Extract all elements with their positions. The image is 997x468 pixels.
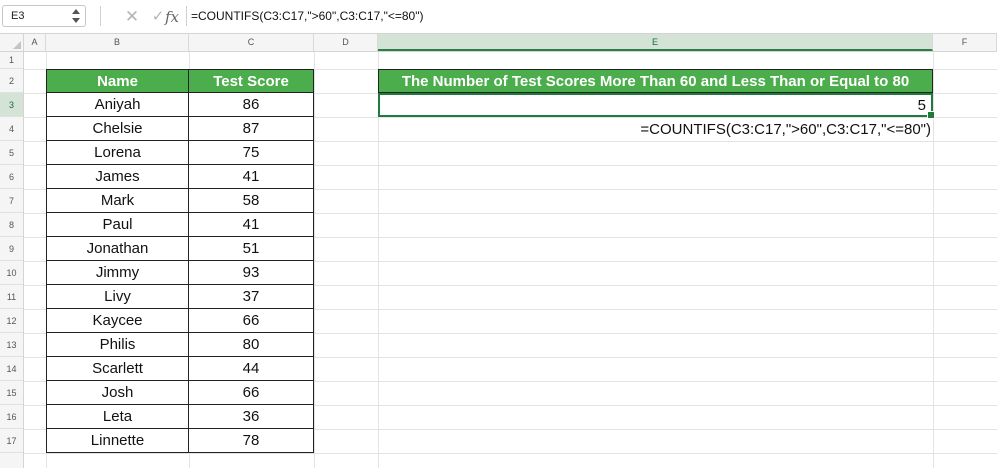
row-header-8[interactable]: 8 xyxy=(0,213,23,237)
column-header-e[interactable]: E xyxy=(378,34,933,51)
table-cell-score[interactable]: 36 xyxy=(188,404,314,429)
table-header-name[interactable]: Name xyxy=(46,69,189,93)
formula-note: =COUNTIFS(C3:C17,">60",C3:C17,"<=80") xyxy=(640,121,931,138)
row-header-13[interactable]: 13 xyxy=(0,333,23,357)
table-cell-name[interactable]: Kaycee xyxy=(46,308,189,333)
result-header[interactable]: The Number of Test Scores More Than 60 a… xyxy=(378,69,933,93)
name-box[interactable]: E3 xyxy=(2,5,86,27)
formula-bar-divider xyxy=(186,6,187,26)
select-all-corner[interactable] xyxy=(0,34,24,51)
table-cell-name[interactable]: Jimmy xyxy=(46,260,189,285)
row-header-17[interactable]: 17 xyxy=(0,429,23,453)
cancel-icon[interactable]: ✕ xyxy=(124,7,140,27)
row-header-12[interactable]: 12 xyxy=(0,309,23,333)
table-cell-score[interactable]: 75 xyxy=(188,140,314,165)
column-header-b[interactable]: B xyxy=(46,34,189,51)
row-header-1[interactable]: 1 xyxy=(0,52,23,69)
result-cell-e3[interactable]: 5 xyxy=(378,93,935,119)
formula-bar: E3 ✕ ✓ fx =COUNTIFS(C3:C17,">60",C3:C17,… xyxy=(0,0,997,34)
table-cell-score[interactable]: 66 xyxy=(188,308,314,333)
name-box-value: E3 xyxy=(11,10,25,22)
insert-function-icon[interactable]: fx xyxy=(158,7,186,27)
row-header-7[interactable]: 7 xyxy=(0,189,23,213)
table-cell-name[interactable]: Linnette xyxy=(46,428,189,453)
row-header-14[interactable]: 14 xyxy=(0,357,23,381)
result-value: 5 xyxy=(917,97,926,114)
table-cell-name[interactable]: Scarlett xyxy=(46,356,189,381)
column-header-d[interactable]: D xyxy=(314,34,378,51)
formula-input[interactable]: =COUNTIFS(C3:C17,">60",C3:C17,"<=80") xyxy=(191,9,423,23)
table-cell-score[interactable]: 37 xyxy=(188,284,314,309)
table-cell-name[interactable]: Aniyah xyxy=(46,92,189,117)
table-cell-score[interactable]: 86 xyxy=(188,92,314,117)
table-cell-score[interactable]: 87 xyxy=(188,116,314,141)
column-header-f[interactable]: F xyxy=(933,34,997,51)
table-cell-name[interactable]: Jonathan xyxy=(46,236,189,261)
table-cell-name[interactable]: Philis xyxy=(46,332,189,357)
table-cell-name[interactable]: Paul xyxy=(46,212,189,237)
row-header-4[interactable]: 4 xyxy=(0,117,23,141)
row-header-15[interactable]: 15 xyxy=(0,381,23,405)
column-header-a[interactable]: A xyxy=(24,34,46,51)
table-cell-name[interactable]: Josh xyxy=(46,380,189,405)
row-header-10[interactable]: 10 xyxy=(0,261,23,285)
table-cell-score[interactable]: 51 xyxy=(188,236,314,261)
table-cell-name[interactable]: Leta xyxy=(46,404,189,429)
column-headers: A B C D E F xyxy=(0,34,997,52)
fill-handle[interactable] xyxy=(927,111,935,119)
row-header-16[interactable]: 16 xyxy=(0,405,23,429)
row-header-6[interactable]: 6 xyxy=(0,165,23,189)
row-header-9[interactable]: 9 xyxy=(0,237,23,261)
row-header-3[interactable]: 3 xyxy=(0,93,23,117)
row-header-2[interactable]: 2 xyxy=(0,69,23,93)
table-cell-score[interactable]: 78 xyxy=(188,428,314,453)
row-header-11[interactable]: 11 xyxy=(0,285,23,309)
table-cell-score[interactable]: 66 xyxy=(188,380,314,405)
table-cell-name[interactable]: Chelsie xyxy=(46,116,189,141)
table-cell-score[interactable]: 41 xyxy=(188,164,314,189)
table-header-score[interactable]: Test Score xyxy=(188,69,314,93)
table-cell-score[interactable]: 93 xyxy=(188,260,314,285)
row-header-5[interactable]: 5 xyxy=(0,141,23,165)
formula-bar-divider xyxy=(100,6,101,26)
table-cell-name[interactable]: James xyxy=(46,164,189,189)
table-cell-score[interactable]: 58 xyxy=(188,188,314,213)
gridline xyxy=(24,453,997,454)
table-cell-name[interactable]: Lorena xyxy=(46,140,189,165)
table-cell-name[interactable]: Mark xyxy=(46,188,189,213)
name-box-stepper-icon[interactable] xyxy=(72,9,80,23)
row-headers: 1 2 3 4 5 6 7 8 9 10 11 12 13 14 15 16 1… xyxy=(0,52,24,468)
table-cell-name[interactable]: Livy xyxy=(46,284,189,309)
table-cell-score[interactable]: 80 xyxy=(188,332,314,357)
table-cell-score[interactable]: 44 xyxy=(188,356,314,381)
table-cell-score[interactable]: 41 xyxy=(188,212,314,237)
column-header-c[interactable]: C xyxy=(189,34,314,51)
